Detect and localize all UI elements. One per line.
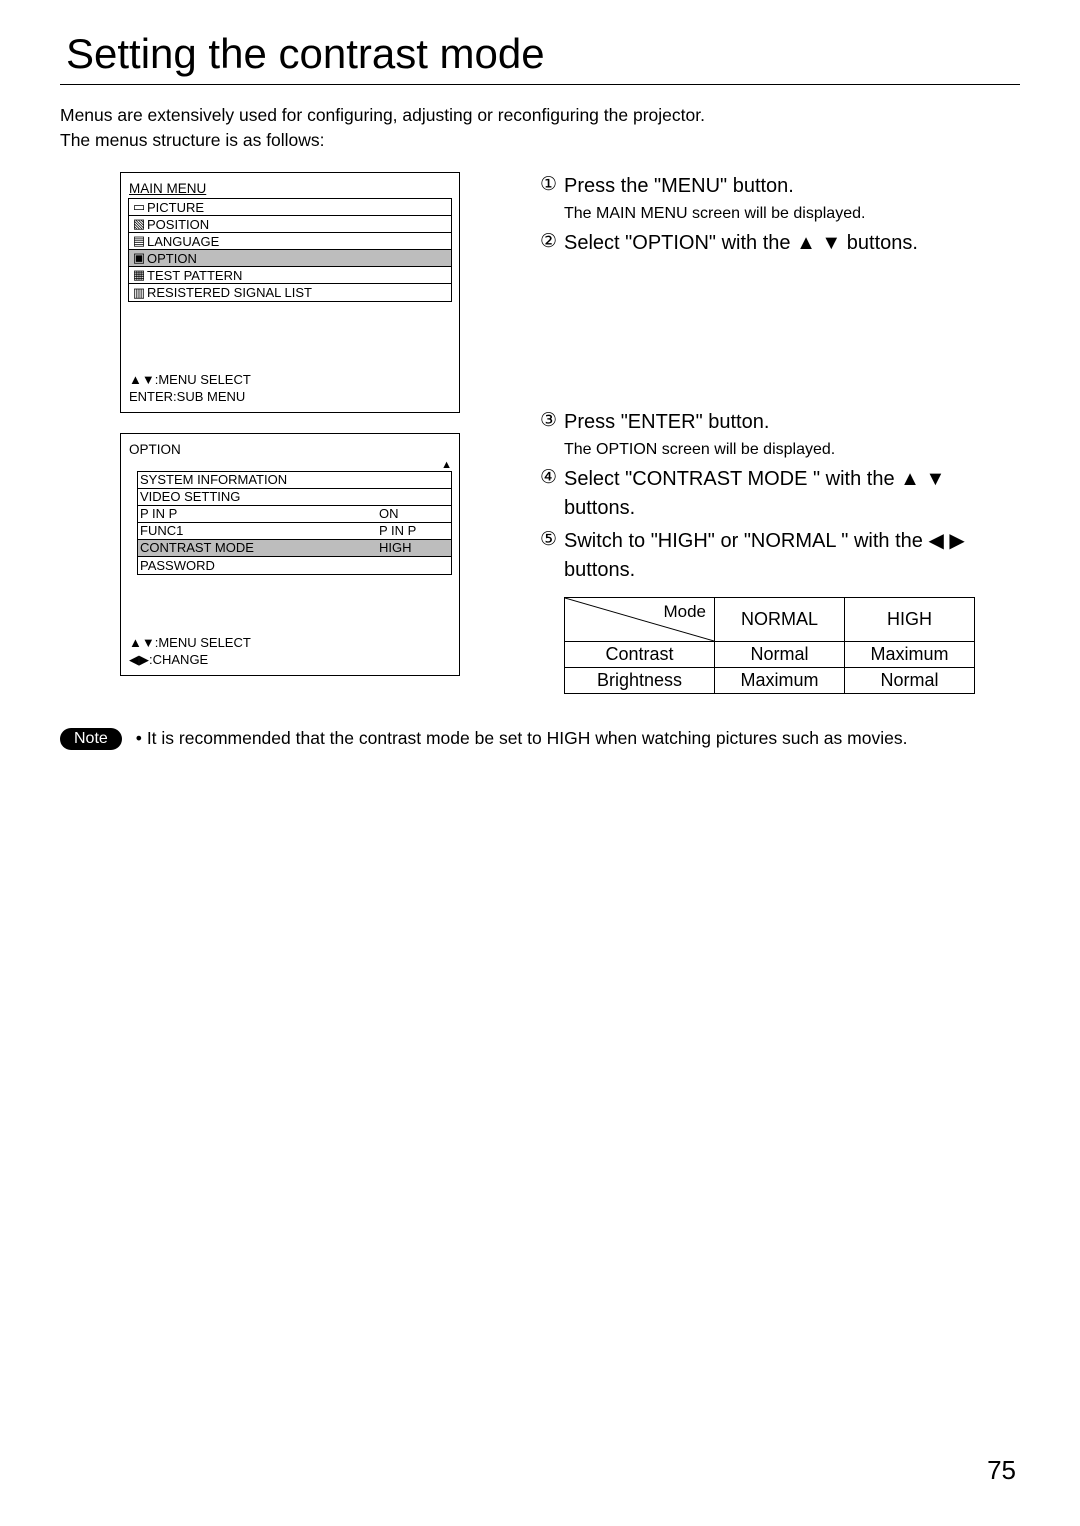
menu-label: PICTURE	[147, 200, 449, 215]
osd-footer-line: ENTER:SUB MENU	[129, 389, 455, 406]
menu-item-picture: ▭ PICTURE	[129, 199, 451, 216]
table-row-label: Contrast	[565, 642, 715, 668]
step-text: button.	[727, 175, 794, 197]
option-icon: ▣	[131, 250, 147, 266]
step-text: Press the	[564, 175, 654, 197]
menu-label: TEST PATTERN	[147, 268, 449, 283]
contrast-mode-table: Mode NORMAL HIGH Contrast Normal Maximum…	[564, 597, 975, 694]
menu-item-option: ▣ OPTION	[129, 250, 451, 267]
page-title: Setting the contrast mode	[66, 30, 1020, 78]
option-item-video: VIDEO SETTING	[138, 489, 451, 506]
step-key: "MENU"	[654, 175, 727, 197]
step-5: ⑤ Switch to "HIGH" or "NORMAL " with the…	[540, 527, 1020, 585]
menu-item-position: ▧ POSITION	[129, 216, 451, 233]
test-pattern-icon: ▦	[131, 267, 147, 283]
option-item-func1: FUNC1 P IN P	[138, 523, 451, 540]
step-key: "HIGH"	[651, 530, 715, 552]
step-3: ③ Press "ENTER" button.	[540, 408, 1020, 437]
picture-icon: ▭	[131, 199, 147, 215]
menu-label: SYSTEM INFORMATION	[140, 472, 449, 487]
step-number: ③	[540, 408, 564, 435]
menu-label: PASSWORD	[140, 558, 449, 573]
table-header-high: HIGH	[845, 598, 975, 642]
step-number: ⑤	[540, 527, 564, 554]
step-key: "NORMAL "	[744, 530, 849, 552]
language-icon: ▤	[131, 233, 147, 249]
step-sub: The MAIN MENU screen will be displayed.	[564, 205, 1020, 223]
menu-label: VIDEO SETTING	[140, 489, 449, 504]
step-text: or	[715, 530, 744, 552]
step-sub: The OPTION screen will be displayed.	[564, 441, 1020, 459]
table-row-label: Brightness	[565, 668, 715, 694]
note-row: Note • It is recommended that the contra…	[60, 728, 1020, 750]
step-key: "OPTION"	[625, 232, 716, 254]
menu-label: POSITION	[147, 217, 449, 232]
step-text: Select	[564, 232, 625, 254]
option-menu-osd: OPTION ▲ SYSTEM INFORMATION VIDEO SETTIN…	[120, 433, 460, 676]
step-number: ①	[540, 172, 564, 199]
osd-footer-line: ◀▶:CHANGE	[129, 652, 455, 669]
table-diag-header: Mode	[565, 598, 715, 642]
table-col-label: Mode	[663, 602, 706, 622]
step-key: "ENTER"	[621, 411, 703, 433]
menu-item-test-pattern: ▦ TEST PATTERN	[129, 267, 451, 284]
scroll-up-icon: ▲	[125, 459, 452, 471]
table-row: Contrast Normal Maximum	[565, 642, 975, 668]
table-cell: Normal	[715, 642, 845, 668]
table-cell: Maximum	[845, 642, 975, 668]
menu-label: FUNC1	[140, 523, 379, 538]
menu-value: P IN P	[379, 523, 449, 538]
menu-label: CONTRAST MODE	[140, 540, 379, 555]
step-number: ②	[540, 229, 564, 256]
page-number: 75	[987, 1455, 1016, 1486]
menu-item-language: ▤ LANGUAGE	[129, 233, 451, 250]
step-2: ② Select "OPTION" with the ▲ ▼ buttons.	[540, 229, 1020, 258]
step-4: ④ Select "CONTRAST MODE " with the ▲ ▼ b…	[540, 465, 1020, 523]
step-text: Select	[564, 468, 625, 490]
osd-footer-line: ▲▼:MENU SELECT	[129, 372, 455, 389]
menu-item-signal-list: ▥ RESISTERED SIGNAL LIST	[129, 284, 451, 301]
menu-value: HIGH	[379, 540, 449, 555]
table-row: Brightness Maximum Normal	[565, 668, 975, 694]
step-text: Press	[564, 411, 621, 433]
note-bullet: •	[136, 728, 142, 748]
step-key: "CONTRAST MODE	[625, 468, 813, 490]
table-cell: Normal	[845, 668, 975, 694]
step-1: ① Press the "MENU" button.	[540, 172, 1020, 201]
table-header-normal: NORMAL	[715, 598, 845, 642]
note-text: It is recommended that the contrast mode…	[147, 728, 908, 748]
step-text: button.	[703, 411, 770, 433]
menu-label: RESISTERED SIGNAL LIST	[147, 285, 449, 300]
menu-label: LANGUAGE	[147, 234, 449, 249]
intro-line: Menus are extensively used for configuri…	[60, 105, 705, 125]
option-item-pinp: P IN P ON	[138, 506, 451, 523]
option-item-sysinfo: SYSTEM INFORMATION	[138, 472, 451, 489]
option-item-contrast-mode: CONTRAST MODE HIGH	[138, 540, 451, 557]
position-icon: ▧	[131, 216, 147, 232]
osd-footer-line: ▲▼:MENU SELECT	[129, 635, 455, 652]
step-text: with the ▲ ▼ buttons.	[716, 232, 918, 254]
menu-value: ON	[379, 506, 449, 521]
menu-label: P IN P	[140, 506, 379, 521]
signal-list-icon: ▥	[131, 285, 147, 301]
step-text: Switch to	[564, 530, 651, 552]
step-group-1: ① Press the "MENU" button. The MAIN MENU…	[540, 172, 1020, 258]
table-cell: Maximum	[715, 668, 845, 694]
note-badge: Note	[60, 728, 122, 750]
intro-text: Menus are extensively used for configuri…	[60, 103, 1020, 152]
option-item-password: PASSWORD	[138, 557, 451, 574]
step-number: ④	[540, 465, 564, 492]
title-rule	[60, 84, 1020, 85]
osd-heading: MAIN MENU	[129, 181, 455, 196]
osd-heading: OPTION	[129, 442, 455, 457]
main-menu-osd: MAIN MENU ▭ PICTURE ▧ POSITION ▤ LANGUAG…	[120, 172, 460, 413]
intro-line: The menus structure is as follows:	[60, 130, 325, 150]
step-group-2: ③ Press "ENTER" button. The OPTION scree…	[540, 408, 1020, 694]
menu-label: OPTION	[147, 251, 449, 266]
